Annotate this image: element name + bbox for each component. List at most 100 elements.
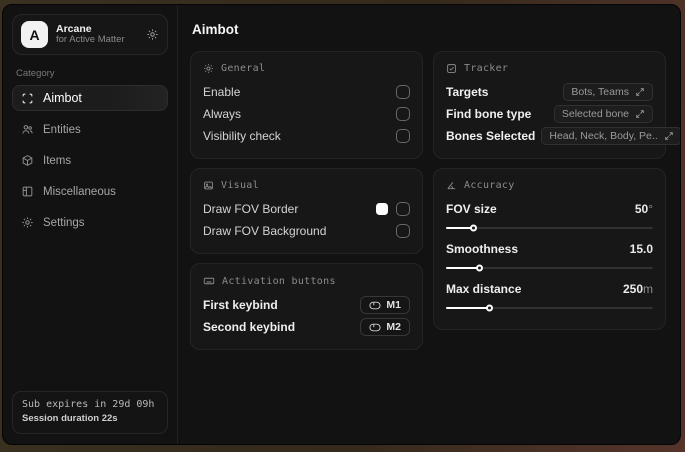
- setting-row: Find bone type Selected bone: [446, 103, 653, 125]
- setting-label: Targets: [446, 85, 489, 99]
- setting-label: FOV size: [446, 202, 497, 216]
- dropdown-value: Selected bone: [561, 108, 629, 120]
- setting-label: Enable: [203, 85, 241, 99]
- fov-size-setting: FOV size 50°: [446, 198, 653, 232]
- expand-icon: [664, 131, 674, 141]
- keybind-value: M2: [386, 321, 401, 333]
- mouse-icon: [369, 323, 381, 332]
- app-header-card: A Arcane for Active Matter: [12, 14, 168, 55]
- setting-label: Bones Selected: [446, 129, 536, 143]
- subscription-card: Sub expires in 29d 09h Session duration …: [12, 390, 168, 434]
- mouse-icon: [369, 301, 381, 310]
- setting-label: Draw FOV Border: [203, 202, 299, 216]
- visibility-check-checkbox[interactable]: [396, 129, 410, 143]
- cheat-menu-window: A Arcane for Active Matter Category Aimb…: [2, 4, 681, 445]
- setting-value: 250m: [622, 282, 653, 296]
- slider-thumb[interactable]: [486, 304, 494, 312]
- smoothness-slider[interactable]: [446, 264, 653, 272]
- entities-icon: [21, 123, 34, 136]
- slider-thumb[interactable]: [476, 264, 484, 272]
- dropdown-value: Head, Neck, Body, Pe..: [549, 130, 658, 142]
- sub-expiry-text: Sub expires in 29d 09h: [22, 398, 155, 410]
- fov-border-color-swatch[interactable]: [376, 203, 388, 215]
- setting-value: 50°: [634, 202, 653, 216]
- app-meta: Arcane for Active Matter: [56, 23, 138, 46]
- sidebar-item-entities[interactable]: Entities: [12, 117, 168, 142]
- app-subtitle: for Active Matter: [56, 34, 125, 46]
- visual-section: Visual Draw FOV Border Draw FOV Backgrou…: [190, 168, 423, 254]
- setting-label: Visibility check: [203, 129, 281, 143]
- tracker-section: Tracker Targets Bots, Teams Find bone ty…: [433, 51, 680, 159]
- sidebar-item-settings[interactable]: Settings: [12, 210, 168, 235]
- category-label: Category: [16, 68, 55, 79]
- second-keybind-button[interactable]: M2: [360, 318, 410, 336]
- sidebar-item-label: Aimbot: [43, 91, 82, 105]
- panels-icon: [21, 185, 34, 198]
- targets-dropdown[interactable]: Bots, Teams: [563, 83, 653, 101]
- draw-fov-background-checkbox[interactable]: [396, 224, 410, 238]
- sun-gear-icon: [203, 63, 214, 74]
- setting-label: Max distance: [446, 282, 522, 296]
- slider-thumb[interactable]: [469, 224, 477, 232]
- setting-value: 15.0: [629, 242, 653, 256]
- always-checkbox[interactable]: [396, 107, 410, 121]
- enable-checkbox[interactable]: [396, 85, 410, 99]
- draw-fov-border-checkbox[interactable]: [396, 202, 410, 216]
- bones-selected-dropdown[interactable]: Head, Neck, Body, Pe..: [541, 127, 680, 145]
- setting-row: First keybind M1: [203, 294, 410, 316]
- cube-icon: [21, 154, 34, 167]
- sidebar-item-aimbot[interactable]: Aimbot: [12, 85, 168, 111]
- setting-label: First keybind: [203, 298, 278, 312]
- session-duration-text: Session duration 22s: [22, 413, 118, 425]
- first-keybind-button[interactable]: M1: [360, 296, 410, 314]
- gear-icon: [21, 216, 34, 229]
- scan-icon: [21, 92, 34, 105]
- setting-label: Smoothness: [446, 242, 519, 256]
- section-title: Activation buttons: [222, 275, 336, 287]
- angle-icon: [446, 180, 457, 191]
- setting-row: Enable: [203, 81, 410, 103]
- tracker-icon: [446, 63, 457, 74]
- sidebar-item-label: Miscellaneous: [43, 185, 116, 198]
- app-logo: A: [21, 21, 48, 48]
- setting-row: Visibility check: [203, 125, 410, 147]
- expand-icon: [635, 109, 645, 119]
- setting-row: Targets Bots, Teams: [446, 81, 653, 103]
- setting-row: Draw FOV Border: [203, 198, 410, 220]
- section-title: Tracker: [464, 63, 509, 74]
- gear-icon[interactable]: [146, 28, 159, 41]
- page-title: Aimbot: [192, 22, 239, 37]
- section-title: Visual: [221, 180, 259, 191]
- max-distance-slider[interactable]: [446, 304, 653, 312]
- setting-label: Draw FOV Background: [203, 224, 327, 238]
- keybind-value: M1: [386, 299, 401, 311]
- setting-label: Always: [203, 107, 242, 121]
- setting-row: Second keybind M2: [203, 316, 410, 338]
- section-title: Accuracy: [464, 180, 515, 191]
- general-section: General Enable Always Visibility check: [190, 51, 423, 159]
- sidebar-item-label: Settings: [43, 216, 85, 229]
- dropdown-value: Bots, Teams: [571, 86, 629, 98]
- setting-label: Find bone type: [446, 107, 532, 121]
- main-content: Aimbot General Enable Always Visibility …: [178, 5, 680, 444]
- max-distance-setting: Max distance 250m: [446, 278, 653, 312]
- setting-label: Second keybind: [203, 320, 296, 334]
- sidebar-item-label: Entities: [43, 123, 81, 136]
- sidebar-item-label: Items: [43, 154, 72, 167]
- category-nav: Aimbot Entities Items Miscellaneous Sett…: [12, 85, 168, 235]
- section-title: General: [221, 63, 266, 74]
- sidebar: A Arcane for Active Matter Category Aimb…: [3, 5, 178, 444]
- sidebar-item-miscellaneous[interactable]: Miscellaneous: [12, 179, 168, 204]
- find-bone-type-dropdown[interactable]: Selected bone: [553, 105, 653, 123]
- expand-icon: [635, 87, 645, 97]
- activation-buttons-section: Activation buttons First keybind M1 Seco…: [190, 263, 423, 350]
- app-logo-letter: A: [29, 26, 40, 43]
- setting-row: Draw FOV Background: [203, 220, 410, 242]
- setting-row: Bones Selected Head, Neck, Body, Pe..: [446, 125, 680, 147]
- smoothness-setting: Smoothness 15.0: [446, 238, 653, 272]
- accuracy-section: Accuracy FOV size 50° Smoothness 15.0 Ma…: [433, 168, 666, 330]
- sidebar-item-items[interactable]: Items: [12, 148, 168, 173]
- fov-size-slider[interactable]: [446, 224, 653, 232]
- setting-row: Always: [203, 103, 410, 125]
- keyboard-icon: [203, 275, 215, 287]
